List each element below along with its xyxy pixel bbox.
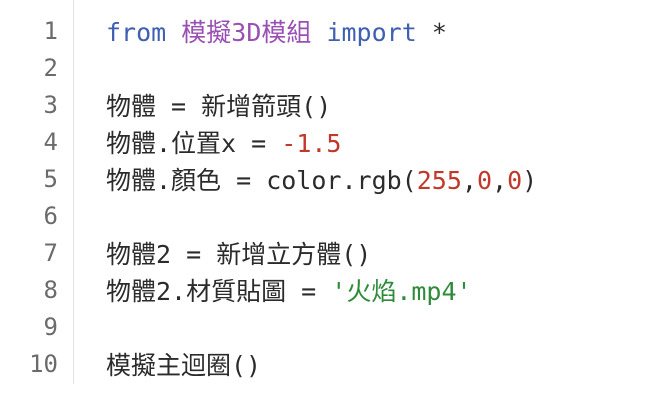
number-literal: 0 <box>507 165 523 195</box>
line-number: 7 <box>43 238 58 267</box>
assignment-text: 物體.位置x = <box>106 128 282 158</box>
string-literal: '火焰.mp4' <box>331 276 472 306</box>
code-line-3[interactable]: 3 物體 = 新增箭頭() <box>0 86 652 123</box>
import-star: * <box>416 17 447 47</box>
number-literal: -1.5 <box>281 128 342 158</box>
code-line-10[interactable]: 10 模擬主迴圈() <box>0 345 652 382</box>
code-line-5[interactable]: 5 物體.顏色 = color.rgb(255,0,0) <box>0 160 652 197</box>
code-line-7[interactable]: 7 物體2 = 新增立方體() <box>0 234 652 271</box>
line-number: 10 <box>29 349 58 378</box>
code-line-9[interactable]: 9 <box>0 308 652 345</box>
keyword-from: from <box>106 17 167 47</box>
assignment-text: 物體2.材質貼圖 = <box>106 276 332 306</box>
code-line-1[interactable]: 1 from 模擬3D模組 import * <box>0 12 652 49</box>
comma: , <box>492 165 508 195</box>
line-number: 5 <box>43 164 58 193</box>
line-number: 1 <box>43 16 58 45</box>
code-line-8[interactable]: 8 物體2.材質貼圖 = '火焰.mp4' <box>0 271 652 308</box>
code-text: 物體.顏色 = color.rgb(255,0,0) <box>106 161 537 197</box>
code-text: 物體2 = 新增立方體() <box>106 239 372 269</box>
code-text: 物體 = 新增箭頭() <box>106 91 332 121</box>
gutter-divider <box>73 0 74 384</box>
code-text: 模擬主迴圈() <box>106 350 262 380</box>
code-line-6[interactable]: 6 <box>0 197 652 234</box>
module-name: 模擬3D模組 <box>181 17 312 47</box>
line-number: 2 <box>43 53 58 82</box>
keyword-import: import <box>326 17 417 47</box>
code-text: from 模擬3D模組 import * <box>106 13 447 49</box>
number-literal: 255 <box>416 165 462 195</box>
assignment-text: 物體.顏色 = color.rgb( <box>106 165 417 195</box>
code-editor[interactable]: 1 from 模擬3D模組 import * 2 3 物體 = 新增箭頭() 4… <box>0 0 652 406</box>
line-number: 6 <box>43 201 58 230</box>
line-number: 8 <box>43 275 58 304</box>
line-number: 3 <box>43 90 58 119</box>
code-line-4[interactable]: 4 物體.位置x = -1.5 <box>0 123 652 160</box>
code-text: 物體2.材質貼圖 = '火焰.mp4' <box>106 272 472 308</box>
comma: , <box>461 165 477 195</box>
code-text: 物體.位置x = -1.5 <box>106 124 341 160</box>
number-literal: 0 <box>476 165 492 195</box>
line-number: 4 <box>43 127 58 156</box>
code-line-2[interactable]: 2 <box>0 49 652 86</box>
line-number: 9 <box>43 312 58 341</box>
close-paren: ) <box>522 165 538 195</box>
